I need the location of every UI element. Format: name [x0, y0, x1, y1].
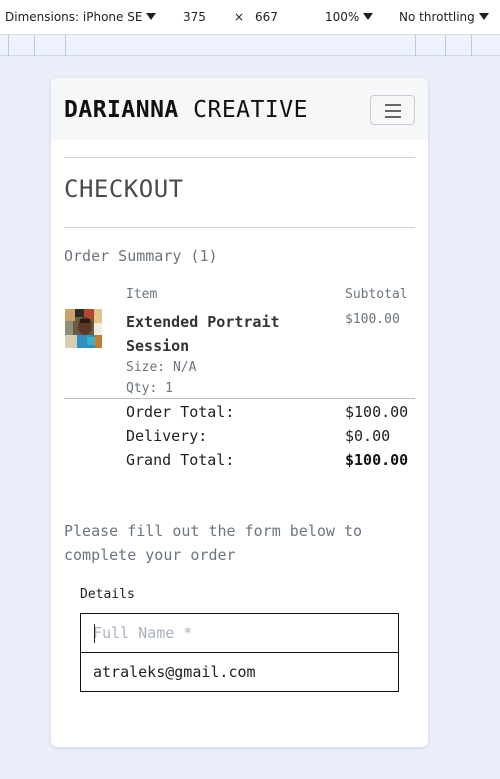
grand-total-label: Grand Total: — [126, 451, 235, 469]
hamburger-menu-icon — [385, 104, 401, 106]
zoom-label: 100% — [325, 10, 360, 24]
throttling-label: No throttling — [399, 10, 475, 24]
media-query-ruler[interactable] — [0, 35, 500, 56]
chevron-down-icon — [363, 13, 374, 20]
item-name[interactable]: Extended Portrait Session — [126, 310, 326, 358]
ruler-tick — [471, 35, 472, 56]
width-input[interactable]: 375 — [183, 10, 206, 25]
order-total-value: $100.00 — [345, 403, 409, 421]
brand-light: CREATIVE — [193, 97, 308, 123]
hamburger-menu-icon — [385, 116, 401, 118]
navbar-toggle-button[interactable] — [370, 95, 415, 125]
ruler-tick — [34, 35, 35, 56]
brand-logo[interactable]: DARIANNA CREATIVE — [64, 97, 308, 123]
ruler-tick — [445, 35, 446, 56]
product-thumbnail — [65, 309, 102, 348]
details-label: Details — [80, 587, 135, 602]
order-summary-title: Order Summary (1) — [64, 247, 218, 265]
height-input[interactable]: 667 — [255, 10, 278, 25]
column-header-subtotal: Subtotal — [345, 287, 408, 302]
divider — [64, 157, 415, 158]
delivery-value: $0.00 — [345, 427, 391, 445]
chevron-down-icon — [146, 13, 157, 20]
item-qty: Qty: 1 — [126, 381, 173, 396]
email-input[interactable] — [80, 652, 399, 692]
order-total-label: Order Total: — [126, 403, 235, 421]
column-header-item: Item — [126, 287, 158, 302]
device-label: Dimensions: iPhone SE — [5, 10, 143, 24]
divider — [64, 398, 415, 399]
ruler-tick — [415, 35, 416, 56]
ruler-tick — [65, 35, 66, 56]
text-caret — [94, 624, 95, 643]
grand-total-value: $100.00 — [345, 451, 409, 469]
hamburger-menu-icon — [385, 110, 401, 112]
item-subtotal: $100.00 — [345, 312, 400, 327]
divider — [64, 227, 415, 228]
brand-bold: DARIANNA — [64, 97, 179, 123]
device-viewport: DARIANNA CREATIVE CHECKOUT Order Summary… — [51, 78, 428, 747]
full-name-input[interactable] — [80, 613, 399, 653]
page-title: CHECKOUT — [64, 175, 184, 203]
chevron-down-icon — [478, 13, 489, 20]
navbar: DARIANNA CREATIVE — [51, 78, 428, 140]
throttling-dropdown[interactable]: No throttling — [399, 10, 489, 25]
device-dropdown[interactable]: Dimensions: iPhone SE — [5, 10, 157, 25]
zoom-dropdown[interactable]: 100% — [325, 10, 374, 25]
ruler-tick — [8, 35, 9, 56]
item-size: Size: N/A — [126, 360, 197, 375]
delivery-label: Delivery: — [126, 427, 208, 445]
form-instructions: Please fill out the form below to comple… — [64, 522, 363, 564]
times-symbol: × — [234, 10, 245, 24]
devtools-toolbar: Dimensions: iPhone SE 375 × 667 100% No … — [0, 0, 500, 35]
